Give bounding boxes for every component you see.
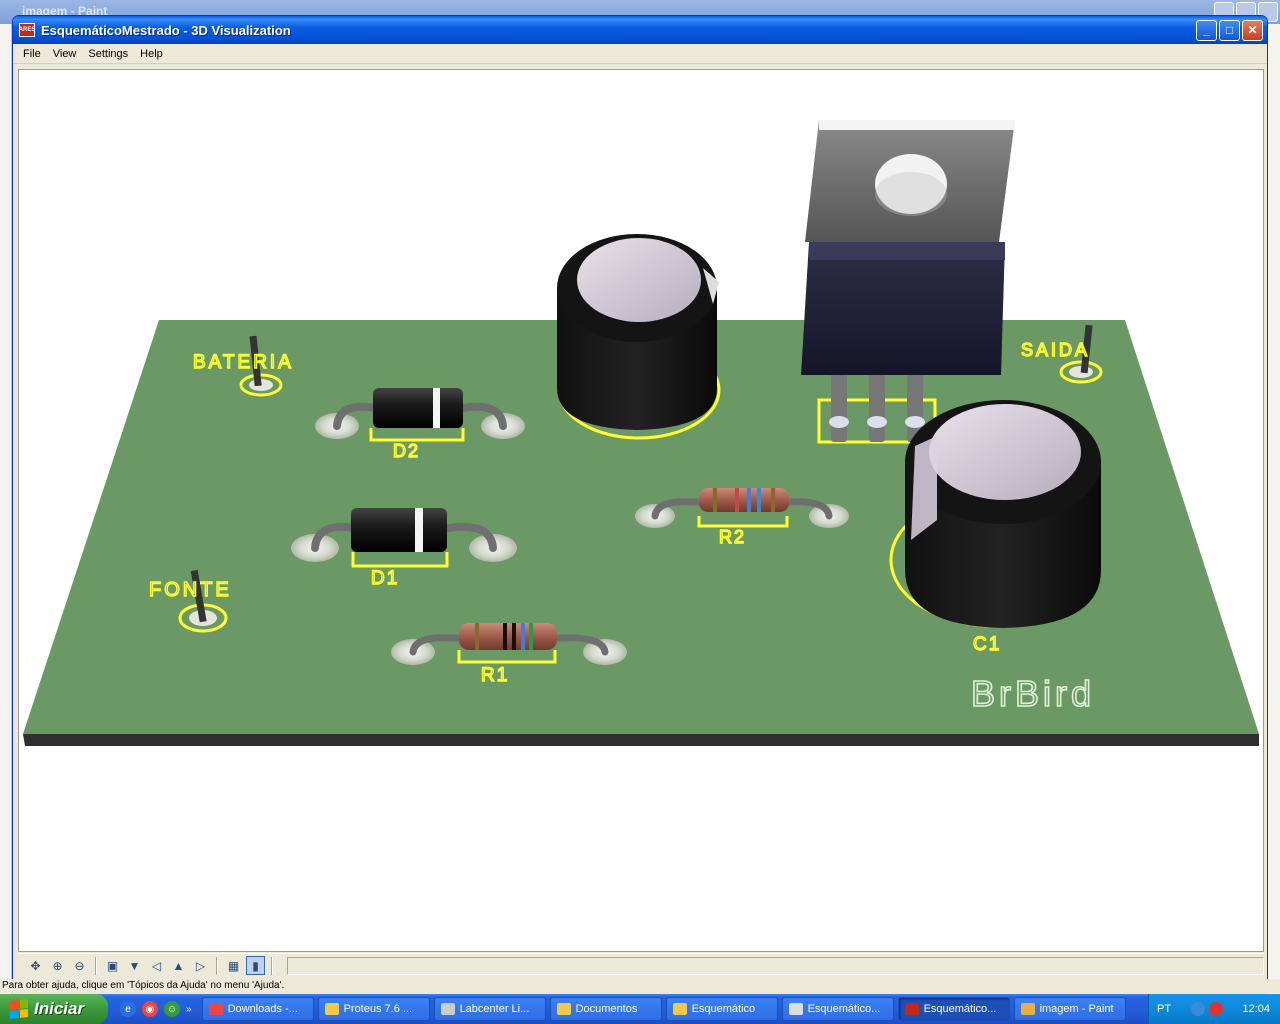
- zoom-out-icon[interactable]: ⊖: [70, 956, 89, 975]
- brbird-logo: BrBird: [971, 673, 1095, 714]
- tray-network-icon[interactable]: [1190, 1002, 1205, 1016]
- view-top-icon[interactable]: ▣: [103, 956, 122, 975]
- menu-help[interactable]: Help: [134, 46, 169, 62]
- task-label: imagem - Paint: [1039, 1003, 1114, 1015]
- menu-bar: File View Settings Help: [13, 44, 1267, 64]
- task-esquematico-folder[interactable]: Esquemático: [665, 997, 778, 1021]
- silk-d1: D1: [371, 568, 399, 589]
- view-right-icon[interactable]: ▷: [191, 956, 210, 975]
- grid-icon[interactable]: ▦: [224, 956, 243, 975]
- windows-flag-icon: [10, 999, 28, 1019]
- task-esquematico-isis[interactable]: Esquemático...: [781, 997, 894, 1021]
- tray-icons: [1190, 1002, 1223, 1016]
- task-downloads[interactable]: Downloads -...: [201, 997, 314, 1021]
- view-front-icon[interactable]: ▼: [125, 956, 144, 975]
- capacitor-top: [557, 234, 721, 440]
- menu-file[interactable]: File: [17, 46, 47, 62]
- quick-launch: e ◉ ☺ »: [108, 1001, 202, 1017]
- window-title: EsquemáticoMestrado - 3D Visualization: [41, 22, 291, 38]
- clock[interactable]: 12:04: [1242, 1003, 1270, 1015]
- maximize-button[interactable]: □: [1219, 19, 1240, 41]
- toolbar-separator: [271, 956, 273, 975]
- task-label: Labcenter Li...: [459, 1003, 530, 1015]
- pan-icon[interactable]: ✥: [26, 956, 45, 975]
- toolbar-separator: [95, 956, 97, 975]
- view-left-icon[interactable]: ◁: [147, 956, 166, 975]
- start-button[interactable]: Iniciar: [0, 994, 108, 1024]
- tray-security-icon[interactable]: [1208, 1002, 1223, 1016]
- task-label: Esquemático...: [923, 1003, 997, 1015]
- task-proteus[interactable]: Proteus 7.6 ...: [317, 997, 430, 1021]
- silk-fonte: FONTE: [149, 579, 232, 601]
- zoom-in-icon[interactable]: ⊕: [48, 956, 67, 975]
- task-documentos[interactable]: Documentos: [549, 997, 662, 1021]
- view-back-icon[interactable]: ▲: [169, 956, 188, 975]
- quick-launch-more-icon[interactable]: »: [186, 1004, 192, 1015]
- system-tray: PT 12:04: [1148, 994, 1280, 1024]
- taskbar: Iniciar e ◉ ☺ » Downloads -... Proteus 7…: [0, 994, 1280, 1024]
- task-esquematico-ares[interactable]: Esquemático...: [897, 997, 1010, 1021]
- task-label: Esquemático: [691, 1003, 756, 1015]
- task-labcenter[interactable]: Labcenter Li...: [433, 997, 546, 1021]
- task-label: Downloads -...: [227, 1003, 298, 1015]
- silk-d2: D2: [393, 441, 420, 461]
- ie-icon[interactable]: e: [120, 1001, 136, 1017]
- 3d-viewport[interactable]: BATERIA SAIDA FONTE D2 D1 R1 R2 C1 BrBir…: [18, 69, 1264, 952]
- toolbar-separator: [216, 956, 218, 975]
- messenger-icon[interactable]: ☺: [164, 1001, 180, 1017]
- visualization-window: ARES EsquemáticoMestrado - 3D Visualizat…: [12, 15, 1268, 980]
- silk-r2: R2: [719, 527, 746, 547]
- window-titlebar[interactable]: ARES EsquemáticoMestrado - 3D Visualizat…: [13, 16, 1267, 44]
- task-label: Proteus 7.6 ...: [343, 1003, 413, 1015]
- pcb-edge: [23, 734, 1259, 746]
- toolbar-status-field: [287, 956, 1264, 975]
- close-button[interactable]: ✕: [1242, 19, 1263, 41]
- language-indicator[interactable]: PT: [1157, 1003, 1171, 1015]
- board-icon[interactable]: ▮: [246, 956, 265, 975]
- chrome-icon[interactable]: ◉: [142, 1001, 158, 1017]
- background-window-edge-right: [1268, 24, 1280, 994]
- menu-view[interactable]: View: [47, 46, 83, 62]
- silk-bateria: BATERIA: [193, 352, 294, 373]
- task-label: Documentos: [575, 1003, 638, 1015]
- silk-saida: SAIDA: [1021, 340, 1090, 360]
- minimize-button[interactable]: _: [1196, 19, 1217, 41]
- pcb-3d-render[interactable]: BATERIA SAIDA FONTE D2 D1 R1 R2 C1 BrBir…: [19, 70, 1263, 951]
- task-paint[interactable]: imagem - Paint: [1013, 997, 1126, 1021]
- start-label: Iniciar: [34, 999, 85, 1018]
- task-label: Esquemático...: [807, 1003, 881, 1015]
- paint-status-bar: Para obter ajuda, clique em 'Tópicos da …: [0, 979, 1280, 993]
- menu-settings[interactable]: Settings: [82, 46, 134, 62]
- view-toolbar: ✥ ⊕ ⊖ ▣ ▼ ◁ ▲ ▷ ▦ ▮: [18, 953, 1264, 977]
- silk-r1: R1: [481, 665, 509, 686]
- ares-app-icon[interactable]: ARES: [19, 23, 35, 37]
- background-window-edge-left: [0, 24, 12, 994]
- silk-c1: C1: [973, 634, 1001, 655]
